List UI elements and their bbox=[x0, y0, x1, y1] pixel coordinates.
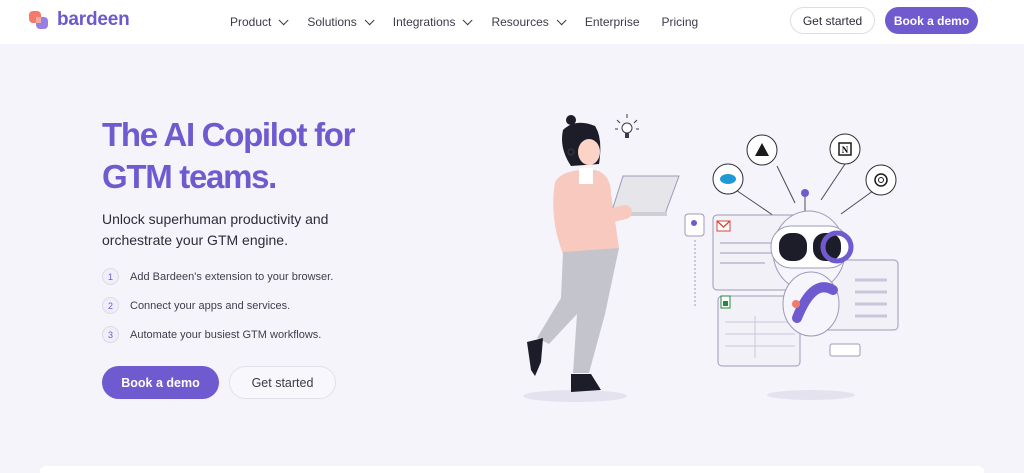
step-text: Add Bardeen's extension to your browser. bbox=[130, 270, 334, 283]
hero-subtitle: Unlock superhuman productivity and orche… bbox=[102, 209, 362, 251]
nav-item-product[interactable]: Product bbox=[230, 14, 289, 29]
nav-item-solutions[interactable]: Solutions bbox=[307, 14, 375, 29]
notion-icon: N bbox=[829, 133, 861, 165]
hero-title: The AI Copilot for GTM teams. bbox=[102, 114, 402, 198]
hero-title-line: The AI Copilot for bbox=[102, 116, 355, 153]
step-text: Connect your apps and services. bbox=[130, 299, 291, 312]
list-item: 3 Automate your busiest GTM workflows. bbox=[102, 320, 333, 349]
hero-illustration: N in bbox=[523, 114, 899, 402]
step-number: 3 bbox=[102, 326, 119, 343]
nav-item-enterprise[interactable]: Enterprise bbox=[585, 15, 640, 29]
nav-item-pricing[interactable]: Pricing bbox=[662, 15, 699, 29]
nav-label: Enterprise bbox=[584, 15, 640, 29]
gmail-icon bbox=[716, 220, 731, 232]
book-demo-button[interactable]: Book a demo bbox=[885, 7, 978, 34]
chevron-down-icon bbox=[364, 14, 375, 25]
nav-label: Product bbox=[230, 15, 272, 29]
chevron-down-icon bbox=[463, 14, 474, 25]
salesforce-icon bbox=[712, 163, 744, 195]
nav-item-resources[interactable]: Resources bbox=[491, 14, 567, 29]
chevron-down-icon bbox=[279, 14, 289, 25]
hero-subtitle-line: Unlock superhuman productivity and bbox=[102, 211, 329, 227]
list-item: 2 Connect your apps and services. bbox=[102, 291, 333, 320]
nav-label: Integrations bbox=[392, 15, 456, 29]
nav-links: Product Solutions Integrations Resources… bbox=[230, 0, 720, 44]
hero-title-line: GTM teams. bbox=[102, 158, 277, 195]
nav-label: Pricing bbox=[661, 15, 699, 29]
nav-item-integrations[interactable]: Integrations bbox=[392, 14, 474, 29]
step-number: 1 bbox=[102, 268, 119, 285]
nav-label: Solutions bbox=[307, 15, 357, 29]
hero-get-started-button[interactable]: Get started bbox=[229, 366, 336, 399]
nav-label: Resources bbox=[491, 15, 549, 29]
logo[interactable]: bardeen bbox=[28, 9, 130, 31]
next-section-edge bbox=[40, 466, 984, 473]
brand-name: bardeen bbox=[57, 9, 130, 30]
hero-book-demo-button[interactable]: Book a demo bbox=[102, 366, 219, 399]
openai-icon bbox=[865, 164, 897, 196]
get-started-button[interactable]: Get started bbox=[790, 7, 875, 34]
svg-text:N: N bbox=[842, 145, 849, 155]
step-text: Automate your busiest GTM workflows. bbox=[130, 328, 322, 341]
bardeen-logo-icon bbox=[29, 11, 48, 29]
step-number: 2 bbox=[102, 297, 119, 314]
list-item: 1 Add Bardeen's extension to your browse… bbox=[102, 262, 333, 291]
arrow-app-icon bbox=[746, 134, 778, 166]
sheets-icon bbox=[720, 295, 731, 309]
top-navigation: bardeen Product Solutions Integrations R… bbox=[0, 0, 1024, 44]
steps-list: 1 Add Bardeen's extension to your browse… bbox=[102, 262, 333, 349]
chevron-down-icon bbox=[556, 14, 567, 25]
hero-subtitle-line: orchestrate your GTM engine. bbox=[102, 232, 288, 248]
person-with-laptop bbox=[527, 114, 680, 392]
